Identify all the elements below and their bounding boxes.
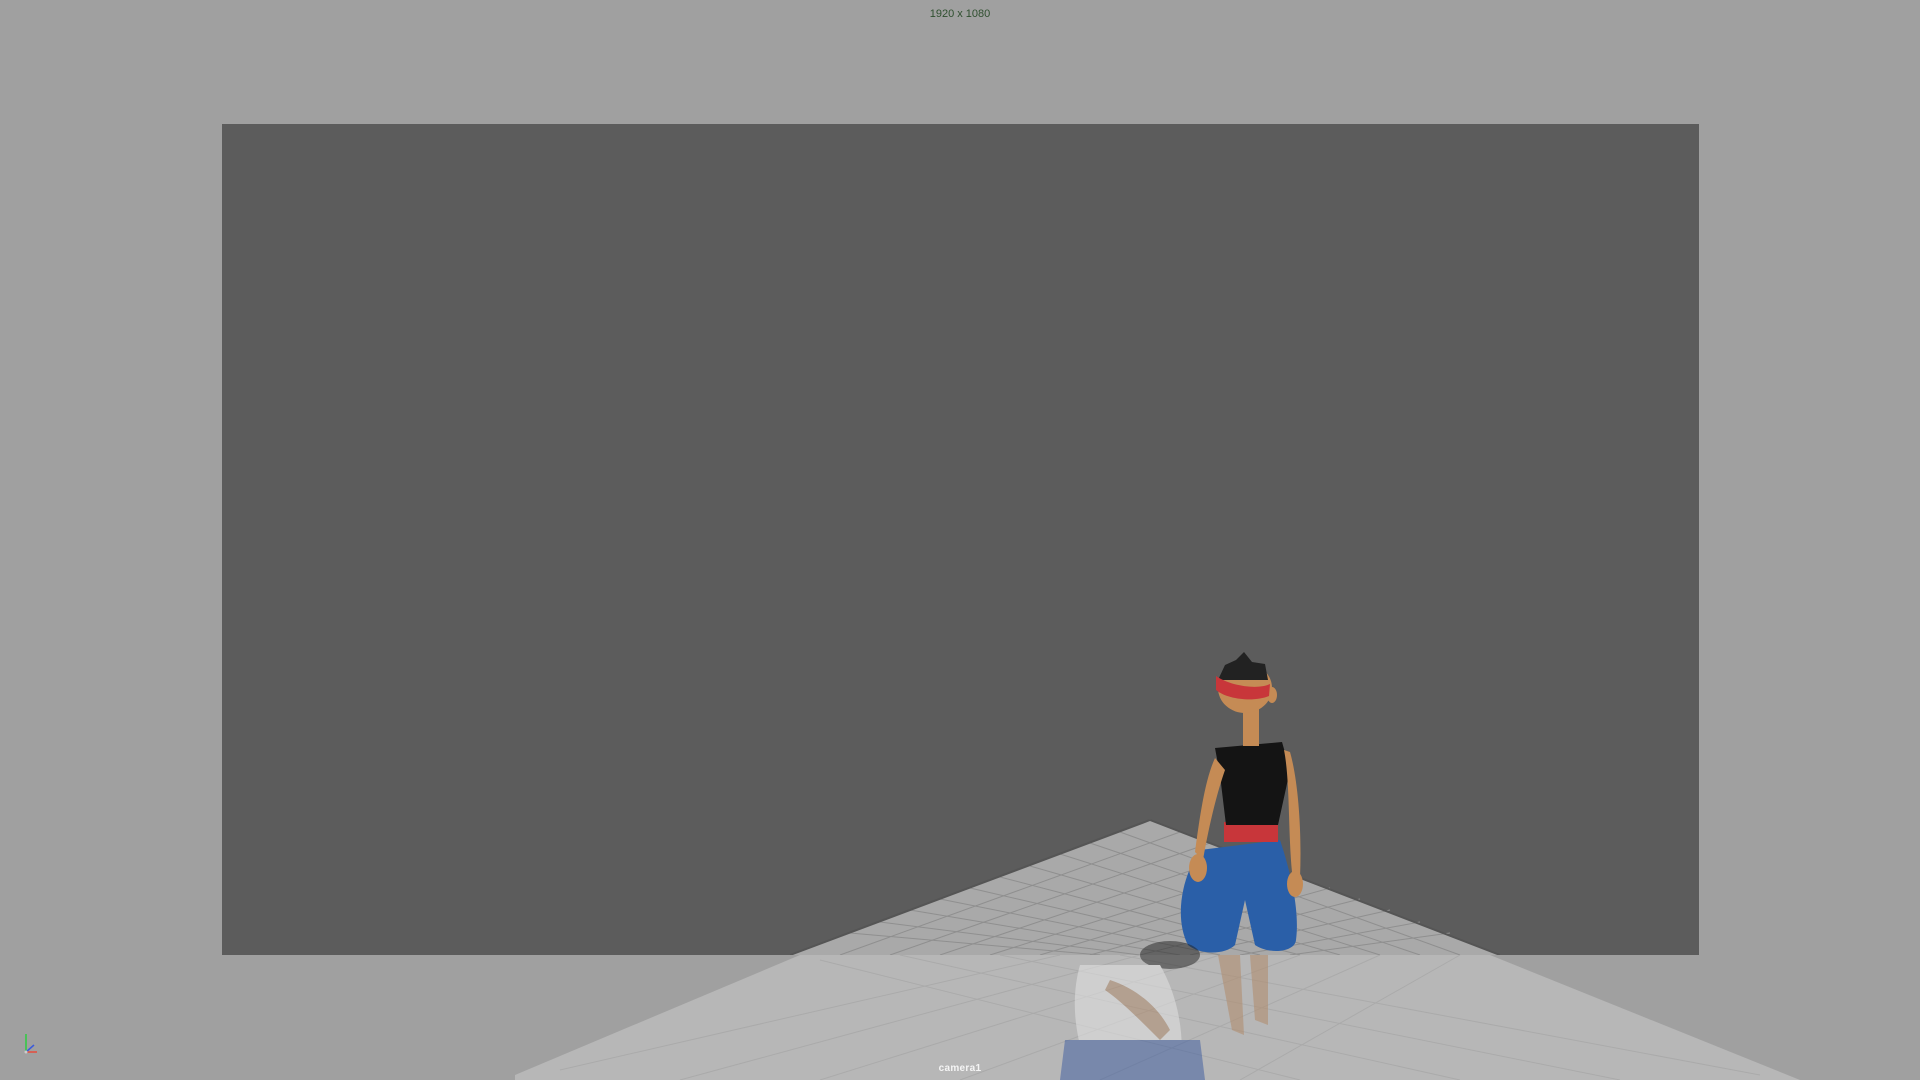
camera-name-label: camera1 <box>938 1063 982 1074</box>
maya-camera-viewport[interactable]: 1920 x 1080 camera1 <box>0 0 1920 1080</box>
scene-render <box>515 652 1800 1080</box>
xyz-axis-icon <box>20 1030 42 1056</box>
ground-grid <box>789 819 1501 955</box>
